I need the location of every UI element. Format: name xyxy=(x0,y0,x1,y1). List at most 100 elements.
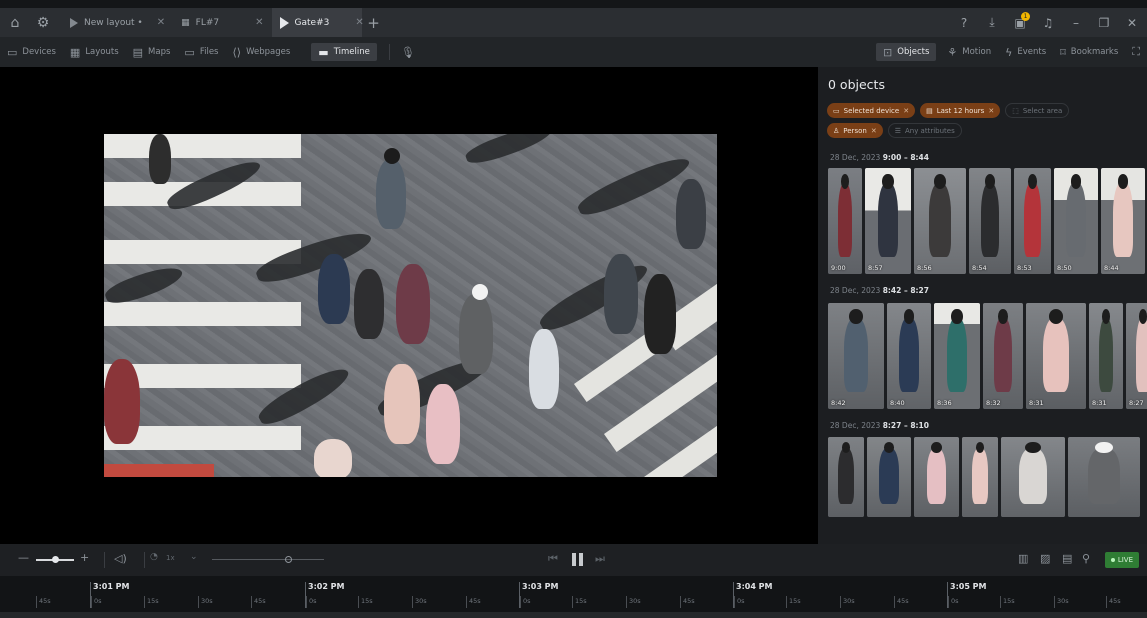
calendar-icon[interactable]: ▤ xyxy=(1062,552,1072,565)
timeline-track[interactable] xyxy=(0,612,1147,618)
add-tab-button[interactable]: + xyxy=(362,14,386,32)
object-thumbnail[interactable] xyxy=(1068,437,1140,517)
pedestrian xyxy=(604,254,638,334)
microphone-button[interactable]: 🎙 xyxy=(394,37,422,67)
home-icon[interactable]: ⌂ xyxy=(4,12,26,34)
next-icon[interactable]: ⏭ xyxy=(595,552,605,566)
close-window-icon[interactable]: ✕ xyxy=(1123,16,1141,30)
settings-icon[interactable]: ⚙ xyxy=(32,12,54,34)
object-thumbnail[interactable] xyxy=(962,437,998,517)
object-thumbnail[interactable] xyxy=(1001,437,1065,517)
objects-tab[interactable]: ⊡ Objects xyxy=(876,43,937,61)
object-thumbnail[interactable]: 8:40 xyxy=(887,303,931,409)
thumbnail-time: 8:42 xyxy=(831,399,846,407)
camera-frame[interactable] xyxy=(104,134,717,477)
object-thumbnail[interactable]: 8:31 xyxy=(1026,303,1086,409)
object-thumbnail[interactable] xyxy=(867,437,911,517)
files-button[interactable]: ▭ Files xyxy=(177,37,225,67)
lightning-icon: ϟ xyxy=(1005,45,1013,59)
layouts-button[interactable]: ▦ Layouts xyxy=(63,37,126,67)
object-thumbnail[interactable]: 8:57 xyxy=(865,168,911,274)
live-dot-icon xyxy=(1110,558,1115,562)
close-icon[interactable]: ✕ xyxy=(871,127,877,135)
inbox-icon[interactable]: ▣ 1 xyxy=(1011,11,1030,30)
devices-button[interactable]: ▭ Devices xyxy=(0,37,63,67)
sync-icon[interactable]: ⚲ xyxy=(1082,552,1090,565)
previous-icon[interactable]: ⏮ xyxy=(548,552,558,566)
object-thumbnail[interactable]: 8:27 xyxy=(1126,303,1147,409)
time-range-filter[interactable]: ▤ Last 12 hours ✕ xyxy=(920,103,1001,118)
object-thumbnail[interactable]: 8:54 xyxy=(969,168,1011,274)
fullscreen-button[interactable]: ⛶ xyxy=(1125,37,1147,67)
object-thumbnail[interactable]: 8:42 xyxy=(828,303,884,409)
pedestrian xyxy=(459,294,493,374)
pause-icon[interactable] xyxy=(579,553,583,566)
chart-icon[interactable]: ▥ xyxy=(1018,552,1028,565)
speed-icon[interactable]: ◔ xyxy=(150,552,158,562)
timeline-minor-label: 15s xyxy=(1000,596,1015,608)
download-icon[interactable]: ⤓ xyxy=(983,15,1001,30)
maps-button[interactable]: ▤ Maps xyxy=(126,37,178,67)
thumbnail-row xyxy=(828,437,1140,517)
person-filter[interactable]: ♙ Person ✕ xyxy=(827,123,883,138)
speed-slider-handle[interactable] xyxy=(285,556,292,563)
timeline-button[interactable]: ▬ Timeline xyxy=(311,43,377,61)
chevron-down-icon[interactable]: ⌄ xyxy=(190,552,198,562)
webpages-button[interactable]: ⟨⟩ Webpages xyxy=(225,37,297,67)
timeline-minor-label: 30s xyxy=(412,596,427,608)
object-thumbnail[interactable] xyxy=(828,437,864,517)
restore-icon[interactable]: ❐ xyxy=(1095,16,1113,30)
object-thumbnail[interactable]: 8:53 xyxy=(1014,168,1051,274)
object-thumbnail[interactable]: 8:32 xyxy=(983,303,1023,409)
tab-gate3[interactable]: Gate#3 ✕ xyxy=(271,8,364,37)
object-thumbnail[interactable] xyxy=(914,437,959,517)
zoom-in-icon[interactable]: + xyxy=(80,551,89,564)
motion-tab[interactable]: ⚘ Motion xyxy=(940,37,998,67)
selected-device-filter[interactable]: ▭ Selected device ✕ xyxy=(827,103,916,118)
object-thumbnail[interactable]: 9:00 xyxy=(828,168,862,274)
object-thumbnail[interactable]: 8:31 xyxy=(1089,303,1123,409)
help-icon[interactable]: ? xyxy=(955,16,973,30)
tab-new-layout[interactable]: New layout • ✕ xyxy=(62,8,173,37)
camera-icon: ▭ xyxy=(833,106,840,115)
zoom-out-icon[interactable]: — xyxy=(18,551,29,564)
group-range: 8:42 – 8:27 xyxy=(882,286,929,295)
main-toolbar: ▭ Devices ▦ Layouts ▤ Maps ▭ Files ⟨⟩ Webpage… xyxy=(0,37,1147,67)
tab-fl7[interactable]: ▦ FL#7 ✕ xyxy=(173,8,271,37)
timeline[interactable]: 3:01 PM 3:02 PM 3:03 PM 3:04 PM 3:05 PM … xyxy=(0,576,1147,618)
pause-icon[interactable] xyxy=(572,553,576,566)
panel-title: 0 objects xyxy=(828,77,885,92)
bookmarks-tab[interactable]: ⌑ Bookmarks xyxy=(1053,37,1125,67)
layouts-label: Layouts xyxy=(85,47,119,57)
object-thumbnail[interactable]: 8:56 xyxy=(914,168,966,274)
tab-bar: ⌂ ⚙ New layout • ✕ ▦ FL#7 ✕ Gate#3 ✕ + ?… xyxy=(0,8,1147,37)
events-tab[interactable]: ϟ Events xyxy=(998,37,1053,67)
close-icon[interactable]: ✕ xyxy=(255,17,263,28)
crosswalk-stripe xyxy=(104,302,301,326)
close-icon[interactable]: ✕ xyxy=(157,17,165,28)
bell-icon[interactable]: ♫ xyxy=(1039,16,1057,30)
motion-label: Motion xyxy=(962,47,992,57)
minimize-icon[interactable]: – xyxy=(1067,16,1085,30)
live-label: LIVE xyxy=(1117,556,1133,564)
app-window: ⌂ ⚙ New layout • ✕ ▦ FL#7 ✕ Gate#3 ✕ + ?… xyxy=(0,0,1147,618)
zoom-slider-handle[interactable] xyxy=(52,556,59,563)
speed-slider-track[interactable] xyxy=(212,559,324,560)
video-viewport[interactable] xyxy=(0,67,818,544)
thumbnail-time: 8:31 xyxy=(1092,399,1107,407)
select-area-filter[interactable]: ⬚ Select area xyxy=(1005,103,1070,118)
timeline-major-label: 3:03 PM xyxy=(522,582,559,591)
object-thumbnail[interactable]: 8:36 xyxy=(934,303,980,409)
object-thumbnail[interactable]: 8:50 xyxy=(1054,168,1098,274)
pedestrian xyxy=(318,254,350,324)
live-button[interactable]: LIVE xyxy=(1104,552,1139,568)
devices-label: Devices xyxy=(22,47,56,57)
attributes-filter[interactable]: ☰ Any attributes xyxy=(887,123,962,138)
image-icon[interactable]: ▨ xyxy=(1040,552,1050,565)
timeline-major-label: 3:02 PM xyxy=(308,582,345,591)
object-thumbnail[interactable]: 8:44 xyxy=(1101,168,1145,274)
timeline-minor-label: 30s xyxy=(1054,596,1069,608)
close-icon[interactable]: ✕ xyxy=(903,107,909,115)
close-icon[interactable]: ✕ xyxy=(988,107,994,115)
volume-icon[interactable]: ◁) xyxy=(114,552,127,565)
